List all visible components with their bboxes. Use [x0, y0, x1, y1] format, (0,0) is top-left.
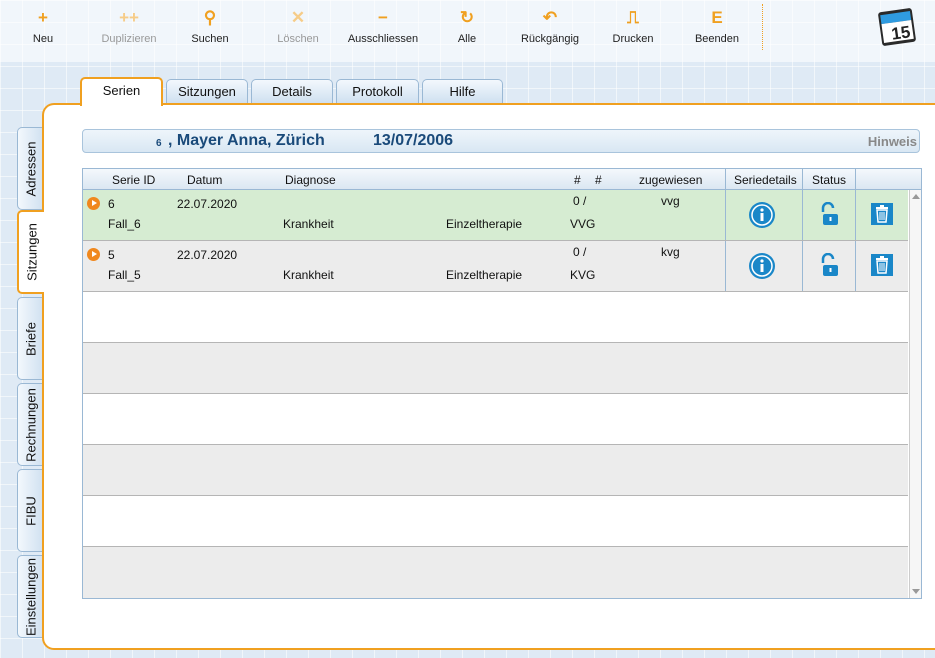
cell-divider: [855, 241, 856, 291]
refresh-icon: ↻: [459, 8, 475, 27]
toolbar: + Neu ++ Duplizieren ⚲ Suchen ✕ Löschen …: [0, 0, 935, 62]
side-tab-sitzungen[interactable]: Sitzungen: [17, 210, 44, 294]
tab-protokoll[interactable]: Protokoll: [336, 79, 419, 103]
cell-divider: [802, 241, 803, 291]
empty-row: [83, 496, 908, 547]
play-icon[interactable]: [87, 248, 100, 261]
col-diagnose[interactable]: Diagnose: [285, 173, 336, 187]
side-tab-rechnungen[interactable]: Rechnungen: [17, 383, 44, 466]
col-datum[interactable]: Datum: [187, 173, 222, 187]
tab-serien[interactable]: Serien: [80, 77, 163, 106]
search-icon: ⚲: [203, 8, 217, 27]
col-zugewiesen[interactable]: zugewiesen: [639, 173, 702, 187]
empty-row: [83, 292, 908, 343]
show-all-button[interactable]: ↻ Alle: [422, 6, 512, 56]
hinweis-button[interactable]: Hinweis: [868, 134, 917, 149]
side-tab-einstellungen[interactable]: Einstellungen: [17, 555, 44, 638]
exit-icon: E: [711, 8, 723, 27]
calendar-day: 15: [890, 22, 911, 43]
unlock-icon[interactable]: [819, 201, 841, 228]
trash-icon[interactable]: [871, 254, 893, 276]
quit-button[interactable]: E Beenden: [672, 6, 762, 56]
patient-name: , Mayer Anna, Zürich: [168, 132, 325, 149]
patient-birthdate: 13/07/2006: [373, 132, 454, 149]
side-tab-briefe[interactable]: Briefe: [17, 297, 44, 380]
table-row[interactable]: 6 22.07.2020 0 / vvg Fall_6 Krankheit Ei…: [83, 190, 908, 241]
play-icon[interactable]: [87, 197, 100, 210]
exclude-button[interactable]: − Ausschliessen: [338, 6, 428, 56]
undo-icon: ↶: [542, 8, 558, 27]
header-divider: [802, 169, 803, 190]
col-count-2[interactable]: #: [595, 173, 602, 187]
empty-row: [83, 343, 908, 394]
col-seriedetails[interactable]: Seriedetails: [734, 173, 797, 187]
info-icon[interactable]: [749, 253, 775, 279]
patient-id: 6: [156, 138, 162, 149]
calendar-graphic: 15: [878, 8, 916, 46]
series-table: Serie ID Datum Diagnose # # zugewiesen S…: [82, 168, 922, 599]
cell-divider: [855, 190, 856, 240]
delete-button[interactable]: ✕ Löschen: [253, 6, 343, 56]
header-divider: [855, 169, 856, 190]
series-panel: 6 , Mayer Anna, Zürich 13/07/2006 Hinwei…: [42, 103, 935, 650]
search-button[interactable]: ⚲ Suchen: [165, 6, 255, 56]
col-serie-id[interactable]: Serie ID: [112, 173, 155, 187]
new-button[interactable]: + Neu: [0, 6, 88, 56]
table-header: Serie ID Datum Diagnose # # zugewiesen S…: [83, 169, 921, 190]
cell-divider: [802, 190, 803, 240]
tab-sitzungen[interactable]: Sitzungen: [166, 79, 248, 103]
calendar-icon[interactable]: 15: [874, 4, 920, 48]
tab-details[interactable]: Details: [251, 79, 333, 103]
patient-header: 6 , Mayer Anna, Zürich 13/07/2006 Hinwei…: [82, 129, 920, 153]
toolbar-divider: [762, 4, 763, 50]
plus-icon: +: [38, 8, 48, 27]
trash-icon[interactable]: [871, 203, 893, 225]
side-tab-adressen[interactable]: Adressen: [17, 127, 44, 210]
header-divider: [725, 169, 726, 190]
side-tab-fibu[interactable]: FIBU: [17, 469, 44, 552]
double-plus-icon: ++: [119, 8, 139, 27]
printer-icon: ⎍: [627, 8, 639, 27]
close-icon: ✕: [290, 8, 306, 27]
print-button[interactable]: ⎍ Drucken: [588, 6, 678, 56]
minus-icon: −: [378, 8, 388, 27]
table-row[interactable]: 5 22.07.2020 0 / kvg Fall_5 Krankheit Ei…: [83, 241, 908, 292]
empty-row: [83, 445, 908, 496]
col-count-1[interactable]: #: [574, 173, 581, 187]
scroll-up-icon[interactable]: [912, 194, 920, 199]
info-icon[interactable]: [749, 202, 775, 228]
empty-row: [83, 547, 908, 598]
unlock-icon[interactable]: [819, 252, 841, 279]
cell-divider: [725, 241, 726, 291]
empty-row: [83, 394, 908, 445]
col-status[interactable]: Status: [812, 173, 846, 187]
vertical-scrollbar[interactable]: [909, 190, 921, 598]
scroll-down-icon[interactable]: [912, 589, 920, 594]
undo-button[interactable]: ↶ Rückgängig: [505, 6, 595, 56]
tab-hilfe[interactable]: Hilfe: [422, 79, 503, 103]
cell-divider: [725, 190, 726, 240]
duplicate-button[interactable]: ++ Duplizieren: [84, 6, 174, 56]
